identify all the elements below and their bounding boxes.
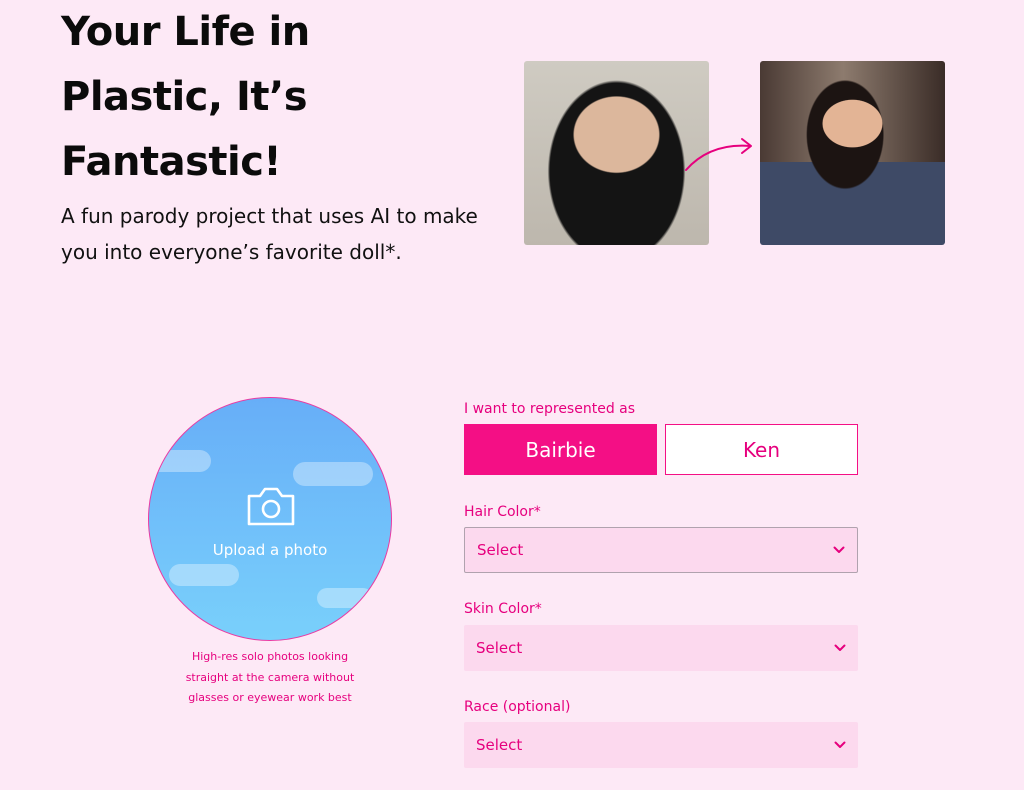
race-select[interactable]: Select — [464, 722, 858, 768]
cloud-decoration — [169, 564, 239, 586]
arrow-right-icon — [685, 138, 752, 171]
ken-option-button[interactable]: Ken — [665, 424, 858, 475]
race-value: Select — [476, 736, 523, 754]
chevron-down-icon — [833, 546, 845, 553]
cloud-decoration — [149, 450, 211, 472]
page-title: Your Life in Plastic, It’s Fantastic! — [61, 9, 310, 185]
chevron-down-icon — [834, 741, 846, 748]
chevron-down-icon — [834, 644, 846, 651]
skin-color-select[interactable]: Select — [464, 625, 858, 671]
represent-as-label: I want to represented as — [464, 401, 636, 417]
page-subtitle: A fun parody project that uses AI to mak… — [61, 204, 478, 264]
skin-color-label: Skin Color* — [464, 601, 542, 617]
race-label: Race (optional) — [464, 699, 571, 715]
bairbie-option-button[interactable]: Bairbie — [464, 424, 657, 475]
upload-hint-text: High-res solo photos looking straight at… — [185, 650, 355, 704]
hair-color-label: Hair Color* — [464, 504, 541, 520]
before-photo — [524, 61, 709, 245]
after-doll-photo — [760, 61, 945, 245]
skin-color-value: Select — [476, 639, 523, 657]
camera-icon — [247, 487, 295, 526]
hair-color-select[interactable]: Select — [464, 527, 858, 573]
hair-color-value: Select — [477, 541, 524, 559]
cloud-decoration — [317, 588, 373, 608]
cloud-decoration — [293, 462, 373, 486]
upload-photo-label: Upload a photo — [212, 541, 328, 559]
upload-photo-button[interactable]: Upload a photo — [148, 397, 392, 641]
